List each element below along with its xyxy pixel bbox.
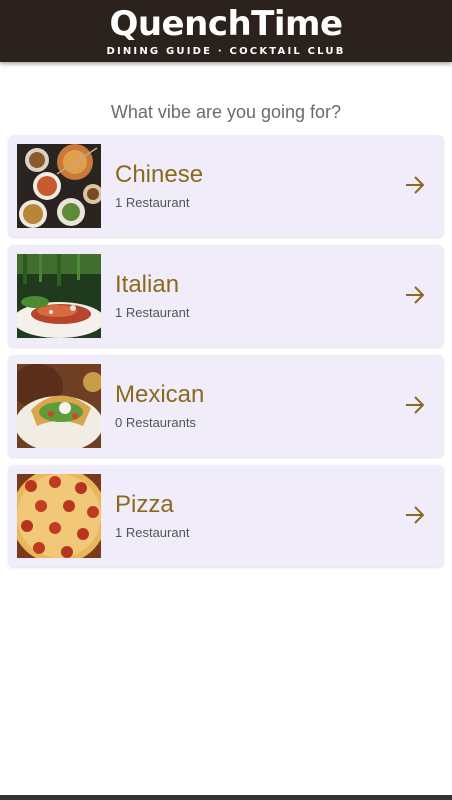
pizza-image xyxy=(17,474,101,558)
category-title: Mexican xyxy=(115,381,205,408)
category-title: Pizza xyxy=(115,491,174,518)
category-card-chinese[interactable]: Chinese 1 Restaurant xyxy=(8,135,444,237)
category-card-pizza[interactable]: Pizza 1 Restaurant xyxy=(8,465,444,567)
app-header: QuenchTime DINING GUIDE · COCKTAIL CLUB xyxy=(0,0,452,62)
category-card-mexican[interactable]: Mexican 0 Restaurants xyxy=(8,355,444,457)
restaurant-count: 0 Restaurants xyxy=(115,415,196,430)
logo[interactable]: QuenchTime xyxy=(0,2,452,46)
restaurant-count: 1 Restaurant xyxy=(115,305,190,320)
restaurant-count: 1 Restaurant xyxy=(115,525,190,540)
arrow-right-icon[interactable] xyxy=(404,394,426,416)
arrow-right-icon[interactable] xyxy=(404,174,426,196)
arrow-right-icon[interactable] xyxy=(404,284,426,306)
italian-food-image xyxy=(17,254,101,338)
category-title: Italian xyxy=(115,271,180,298)
chinese-food-image xyxy=(17,144,101,228)
category-title: Chinese xyxy=(115,161,204,188)
category-card-italian[interactable]: Italian 1 Restaurant xyxy=(8,245,444,347)
restaurant-count: 1 Restaurant xyxy=(115,195,190,210)
mexican-food-image xyxy=(17,364,101,448)
page-prompt: What vibe are you going for? xyxy=(110,102,342,122)
arrow-right-icon[interactable] xyxy=(404,504,426,526)
logo-subtitle: DINING GUIDE · COCKTAIL CLUB xyxy=(106,46,346,57)
logo-text: QuenchTime xyxy=(109,4,343,44)
bottom-edge xyxy=(0,795,452,800)
